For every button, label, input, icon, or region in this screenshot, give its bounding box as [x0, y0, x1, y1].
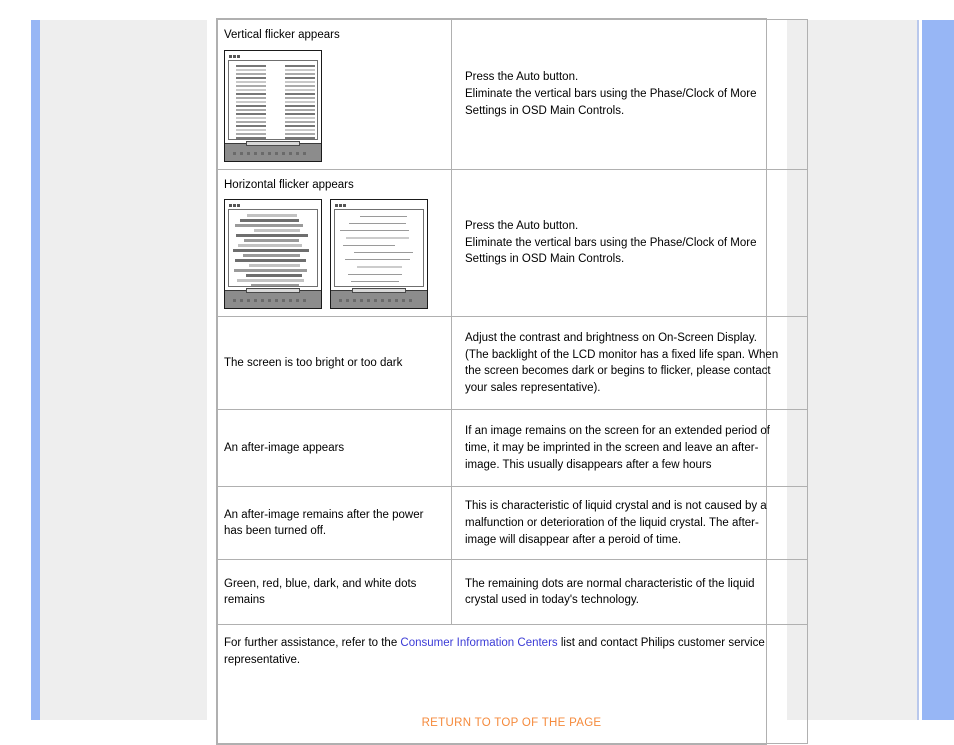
solution-cell-dots: The remaining dots are normal characteri…	[451, 559, 808, 626]
symptom-label: Green, red, blue, dark, and white dots r…	[224, 577, 417, 607]
solution-line: crystal used in today's technology.	[465, 594, 639, 607]
solution-line: the screen becomes dark or begins to fli…	[465, 365, 771, 378]
symptom-cell-vertical-flicker: Vertical flicker appears	[217, 19, 452, 170]
monitor-screen	[334, 209, 424, 288]
table-row: Green, red, blue, dark, and white dots r…	[217, 559, 808, 626]
monitor-titlebar	[334, 203, 424, 208]
solution-line: This is characteristic of liquid crystal…	[465, 500, 767, 513]
left-gray-panel	[40, 20, 207, 720]
solution-line: your sales representative).	[465, 382, 601, 395]
left-blue-rail	[31, 20, 40, 720]
solution-line: malfunction or deterioration of the liqu…	[465, 517, 759, 529]
symptom-label: An after-image appears	[224, 442, 345, 454]
symptom-label: The screen is too bright or too dark	[224, 357, 403, 369]
right-rail-hairline	[917, 20, 919, 720]
symptom-cell-horizontal-flicker: Horizontal flicker appears	[217, 168, 452, 318]
monitor-base	[225, 288, 321, 309]
solution-line: Adjust the contrast and brightness on On…	[465, 332, 757, 344]
solution-line: image will disappear after a peroid of t…	[465, 533, 682, 546]
monitor-titlebar	[228, 54, 318, 59]
table-row: Vertical flicker appears Press the Auto …	[217, 19, 808, 170]
symptom-cell-brightness: The screen is too bright or too dark	[217, 316, 452, 411]
symptom-label: Horizontal flicker appears	[224, 178, 354, 191]
vertical-bar-column-left	[236, 64, 266, 139]
monitor-base	[225, 140, 321, 161]
symptom-label: Vertical flicker appears	[224, 29, 340, 41]
solution-cell-horizontal-flicker: Press the Auto button. Eliminate the ver…	[451, 168, 808, 318]
horizontal-flicker-illustration	[224, 199, 445, 310]
further-assistance-text: For further assistance, refer to the Con…	[224, 635, 799, 668]
troubleshooting-table: Vertical flicker appears Press the Auto …	[217, 19, 808, 745]
solution-line: (The backlight of the LCD monitor has a …	[465, 348, 779, 361]
consumer-information-centers-link[interactable]: Consumer Information Centers	[400, 637, 557, 649]
vertical-bar-column-right	[285, 64, 315, 139]
footer-text-before: For further assistance, refer to the	[224, 637, 401, 650]
solution-line: Press the Auto button.	[465, 71, 579, 84]
solution-cell-vertical-flicker: Press the Auto button. Eliminate the ver…	[451, 19, 808, 170]
table-row: The screen is too bright or too dark Adj…	[217, 316, 808, 411]
solution-cell-brightness: Adjust the contrast and brightness on On…	[451, 316, 808, 411]
monitor-icon	[224, 49, 322, 162]
solution-cell-after-image-power: This is characteristic of liquid crystal…	[451, 486, 808, 561]
vertical-flicker-illustration	[224, 49, 445, 162]
solution-line: time, it may be imprinted in the screen …	[465, 442, 759, 454]
solution-line: Settings in OSD Main Controls.	[465, 104, 625, 117]
symptom-cell-after-image: An after-image appears	[217, 409, 452, 488]
right-blue-rail	[922, 20, 954, 720]
table-row: Horizontal flicker appears Press the Aut…	[217, 168, 808, 318]
monitor-screen	[228, 59, 318, 140]
symptom-cell-after-image-power: An after-image remains after the power h…	[217, 486, 452, 561]
monitor-icon-distorted	[224, 199, 322, 310]
footer-cell: For further assistance, refer to the Con…	[217, 624, 808, 745]
table-row: An after-image appears If an image remai…	[217, 409, 808, 488]
horizontal-flicker-bars	[233, 214, 313, 287]
symptom-label: An after-image remains after the power h…	[224, 508, 424, 538]
return-to-top-link[interactable]: RETURN TO TOP OF THE PAGE	[422, 717, 602, 729]
solution-line: If an image remains on the screen for an…	[465, 425, 770, 438]
solution-line: Settings in OSD Main Controls.	[465, 253, 625, 266]
monitor-screen	[228, 209, 318, 288]
symptom-cell-dots: Green, red, blue, dark, and white dots r…	[217, 559, 452, 626]
solution-line: Eliminate the vertical bars using the Ph…	[465, 236, 757, 249]
return-to-top: RETURN TO TOP OF THE PAGE	[224, 715, 799, 732]
table-footer-row: For further assistance, refer to the Con…	[217, 624, 808, 745]
document-lines	[340, 216, 418, 286]
troubleshooting-table-wrapper: Vertical flicker appears Press the Auto …	[216, 18, 808, 745]
monitor-base	[331, 288, 427, 309]
monitor-titlebar	[228, 203, 318, 208]
monitor-icon-correct	[330, 199, 428, 310]
solution-line: image. This usually disappears after a f…	[465, 458, 712, 471]
solution-line: The remaining dots are normal characteri…	[465, 577, 755, 590]
solution-cell-after-image: If an image remains on the screen for an…	[451, 409, 808, 488]
solution-line: Eliminate the vertical bars using the Ph…	[465, 88, 757, 100]
table-row: An after-image remains after the power h…	[217, 486, 808, 561]
page-root: Vertical flicker appears Press the Auto …	[0, 0, 954, 745]
solution-line: Press the Auto button.	[465, 220, 579, 232]
